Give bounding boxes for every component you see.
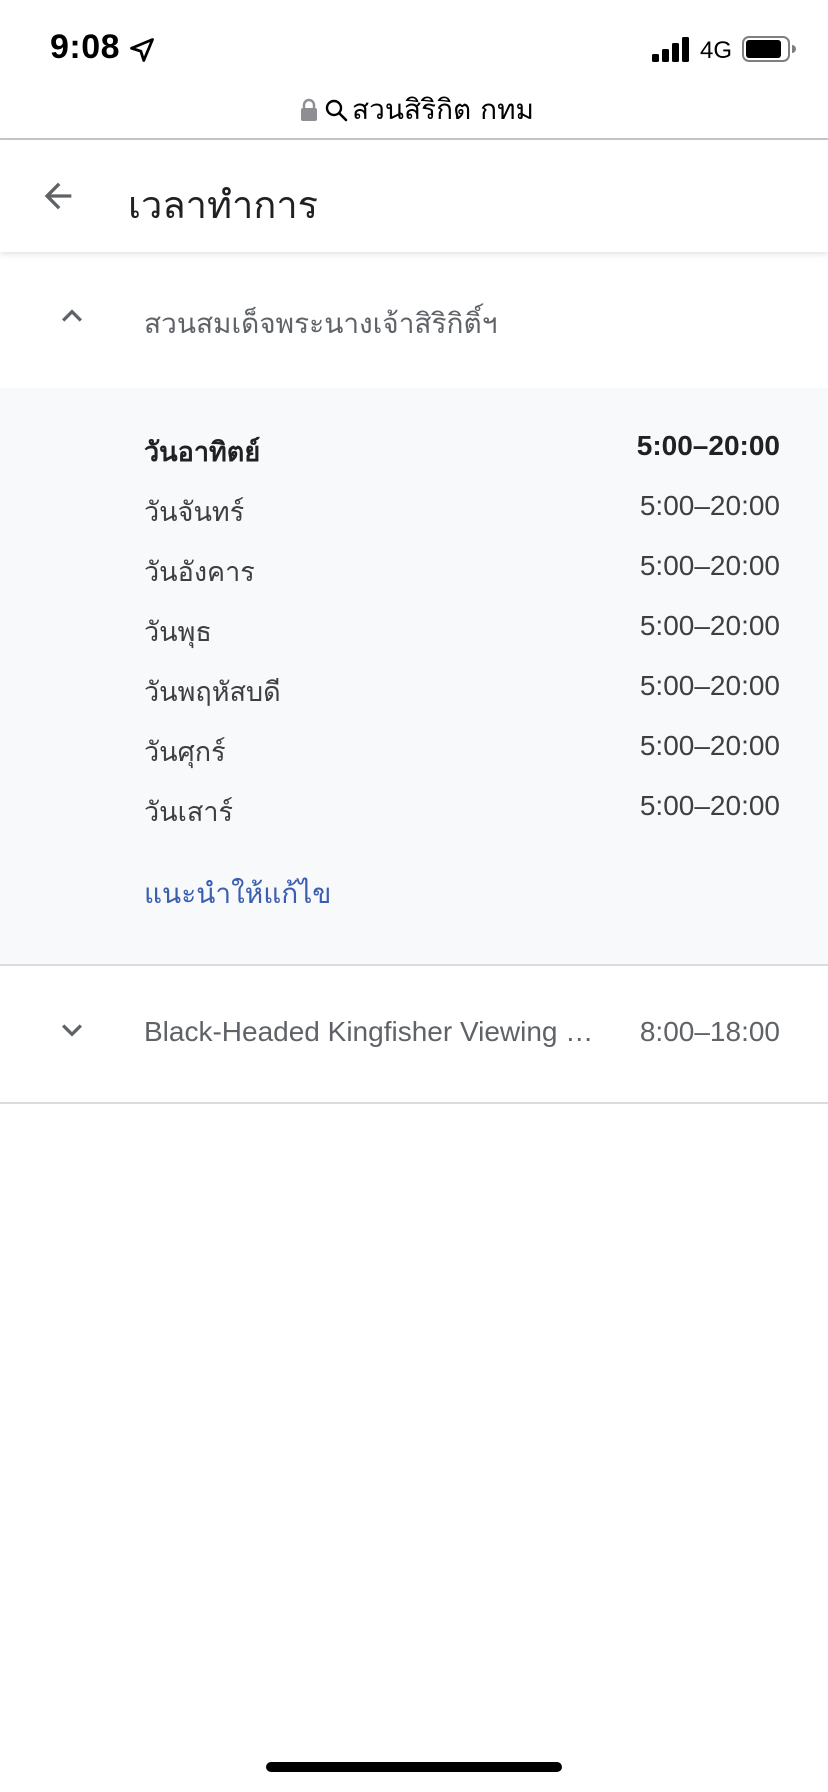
day-row-saturday: วันเสาร์ 5:00–20:00: [144, 790, 780, 830]
status-time: 9:08: [50, 28, 121, 66]
url-text: สวนสิริกิต กทม: [352, 93, 534, 126]
day-row-wednesday: วันพุธ 5:00–20:00: [144, 610, 780, 650]
network-type: 4G: [700, 37, 733, 64]
day-name: วันเสาร์: [144, 797, 233, 828]
chevron-down-icon: [62, 1024, 82, 1037]
section-header-kingfisher[interactable]: Black-Headed Kingfisher Viewing … 8:00–1…: [0, 966, 828, 1102]
day-row-tuesday: วันอังคาร 5:00–20:00: [144, 550, 780, 590]
app-header: เวลาทำการ: [0, 140, 828, 252]
section-title: Black-Headed Kingfisher Viewing …: [144, 1016, 594, 1047]
day-name: วันพุธ: [144, 617, 212, 648]
day-hours: 5:00–20:00: [639, 790, 780, 821]
day-hours: 5:00–20:00: [639, 610, 780, 641]
search-icon: [325, 99, 348, 122]
day-hours: 5:00–20:00: [636, 430, 780, 461]
day-row-monday: วันจันทร์ 5:00–20:00: [144, 490, 780, 530]
day-hours: 5:00–20:00: [639, 730, 780, 761]
suggest-edit-link[interactable]: แนะนำให้แก้ไข: [144, 872, 331, 916]
status-bar: 9:08 4G: [0, 0, 828, 92]
arrow-back-icon: [44, 182, 72, 210]
day-row-sunday: วันอาทิตย์ 5:00–20:00: [144, 430, 780, 470]
section-hours: 8:00–18:00: [639, 1016, 780, 1047]
hours-panel: วันอาทิตย์ 5:00–20:00 วันจันทร์ 5:00–20:…: [0, 388, 828, 964]
day-hours: 5:00–20:00: [639, 550, 780, 581]
url-bar[interactable]: สวนสิริกิต กทม: [0, 84, 828, 140]
back-button[interactable]: [30, 168, 86, 224]
home-indicator[interactable]: [266, 1762, 562, 1772]
page-title: เวลาทำการ: [128, 183, 319, 227]
day-name: วันพฤหัสบดี: [144, 677, 281, 708]
day-name: วันอังคาร: [144, 557, 255, 588]
day-row-thursday: วันพฤหัสบดี 5:00–20:00: [144, 670, 780, 710]
day-hours: 5:00–20:00: [639, 490, 780, 521]
chevron-up-icon: [62, 309, 82, 322]
day-name: วันศุกร์: [144, 737, 226, 768]
section-header-main-park[interactable]: สวนสมเด็จพระนางเจ้าสิริกิติ์ฯ: [0, 252, 828, 388]
day-name: วันอาทิตย์: [144, 437, 261, 468]
location-arrow-icon: [130, 38, 154, 62]
day-name: วันจันทร์: [144, 497, 245, 528]
lock-icon: [301, 98, 317, 121]
signal-icon: [652, 37, 689, 62]
day-row-friday: วันศุกร์ 5:00–20:00: [144, 730, 780, 770]
section-title: สวนสมเด็จพระนางเจ้าสิริกิติ์ฯ: [144, 307, 498, 340]
battery-icon: [742, 36, 796, 62]
divider: [0, 1102, 828, 1104]
day-hours: 5:00–20:00: [639, 670, 780, 701]
